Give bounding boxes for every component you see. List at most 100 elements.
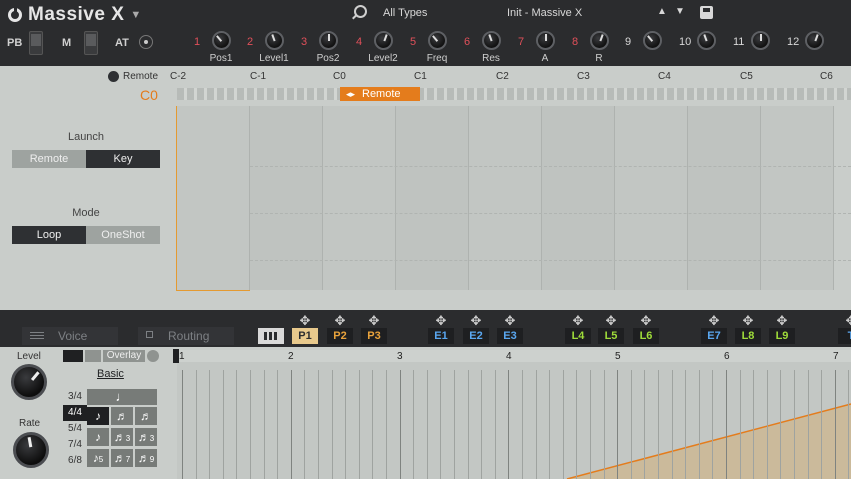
tab-routing[interactable]: Routing: [138, 327, 234, 345]
grid-column[interactable]: [469, 106, 542, 290]
drag-handle-icon[interactable]: ✥: [598, 313, 624, 329]
rate-knob[interactable]: [13, 432, 49, 468]
drag-handle-icon[interactable]: ✥: [292, 313, 318, 329]
chevron-down-icon[interactable]: ▼: [130, 9, 141, 21]
level-knob[interactable]: [11, 364, 47, 400]
macro-number: 4: [356, 36, 363, 48]
mod-slot-e1[interactable]: E1: [428, 328, 454, 344]
grid-column[interactable]: [323, 106, 396, 290]
mod-slot-t[interactable]: T: [838, 328, 851, 344]
mode-oneshot-button[interactable]: OneShot: [86, 226, 160, 244]
mod-slot-p1[interactable]: P1: [292, 328, 318, 344]
drag-handle-icon[interactable]: ✥: [327, 313, 353, 329]
time-signature-option[interactable]: 4/4: [63, 405, 87, 421]
macro-number: 8: [572, 36, 579, 48]
pitch-bend-wheel[interactable]: [29, 31, 43, 55]
time-signature-option[interactable]: 5/4: [63, 421, 87, 437]
macro-knob[interactable]: [697, 31, 716, 50]
remote-range-tag[interactable]: ◂▸ Remote: [340, 87, 420, 101]
mod-slot-l8[interactable]: L8: [735, 328, 761, 344]
drag-handle-icon[interactable]: ✥: [838, 313, 851, 329]
note-value-cell[interactable]: ♬7: [111, 449, 133, 467]
grid-column[interactable]: [250, 106, 323, 290]
list-view-icon[interactable]: [85, 350, 101, 362]
drag-handle-icon[interactable]: ✥: [463, 313, 489, 329]
note-value-cell[interactable]: ♪: [87, 407, 109, 425]
grid-column[interactable]: [177, 106, 250, 290]
mod-wheel[interactable]: [84, 31, 98, 55]
routing-icon: [146, 331, 153, 338]
piano-view-icon[interactable]: [63, 350, 83, 362]
grid-tick: [712, 370, 713, 479]
note-value-cell[interactable]: ♬: [111, 407, 133, 425]
mod-slot-l6[interactable]: L6: [633, 328, 659, 344]
drag-handle-icon[interactable]: ✥: [633, 313, 659, 329]
note-subscript: 3: [149, 434, 155, 443]
note-value-cell[interactable]: ♬3: [135, 428, 157, 446]
time-signature-option[interactable]: 7/4: [63, 437, 87, 453]
grid-column[interactable]: [615, 106, 688, 290]
preset-name[interactable]: Init - Massive X: [507, 7, 582, 19]
remote-toggle-label[interactable]: Remote: [123, 71, 158, 82]
macro-number: 1: [194, 36, 201, 48]
mod-slot-e7[interactable]: E7: [701, 328, 727, 344]
mod-slot-l9[interactable]: L9: [769, 328, 795, 344]
drag-handle-icon[interactable]: ✥: [497, 313, 523, 329]
power-toggle-icon[interactable]: [147, 350, 159, 362]
app-logo[interactable]: Massive X ▼: [8, 4, 142, 26]
preset-prev-icon[interactable]: ▲: [657, 6, 667, 17]
macro-knob[interactable]: [751, 31, 770, 50]
macro-knob[interactable]: [536, 31, 555, 50]
grid-view-button[interactable]: [258, 328, 284, 344]
preset-basic-label[interactable]: Basic: [97, 368, 124, 380]
note-value-cell[interactable]: ♪: [87, 428, 109, 446]
macro-knob[interactable]: [428, 31, 447, 50]
macro-knob[interactable]: [212, 31, 231, 50]
quarter-note-header-icon[interactable]: ♩: [87, 389, 157, 405]
preset-next-icon[interactable]: ▼: [675, 6, 685, 17]
note-value-cell[interactable]: ♪5: [87, 449, 109, 467]
macro-knob[interactable]: [643, 31, 662, 50]
grid-column[interactable]: [761, 106, 834, 290]
grid-column[interactable]: [396, 106, 469, 290]
overlay-button[interactable]: Overlay: [103, 350, 145, 362]
macro-knob[interactable]: [265, 31, 284, 50]
browser-filter[interactable]: All Types: [383, 7, 427, 19]
macro-knob[interactable]: [482, 31, 501, 50]
time-signature-option[interactable]: 3/4: [63, 389, 87, 405]
key-strip[interactable]: [177, 88, 851, 100]
mod-slot-p3[interactable]: P3: [361, 328, 387, 344]
timeline-ruler[interactable]: [177, 350, 851, 362]
save-icon[interactable]: [700, 6, 713, 19]
note-subscript: 9: [149, 455, 155, 464]
mod-slot-p2[interactable]: P2: [327, 328, 353, 344]
macro-knob[interactable]: [319, 31, 338, 50]
note-value-cell[interactable]: ♬3: [111, 428, 133, 446]
mod-slot-l5[interactable]: L5: [598, 328, 624, 344]
drag-handle-icon[interactable]: ✥: [735, 313, 761, 329]
tab-voice[interactable]: Voice: [22, 327, 118, 345]
grid-column[interactable]: [542, 106, 615, 290]
search-icon[interactable]: [354, 5, 367, 18]
macro-knob[interactable]: [805, 31, 824, 50]
drag-handle-icon[interactable]: ✥: [361, 313, 387, 329]
macro-knob[interactable]: [590, 31, 609, 50]
grid-column[interactable]: [688, 106, 761, 290]
note-value-cell[interactable]: ♬9: [135, 449, 157, 467]
drag-handle-icon[interactable]: ✥: [565, 313, 591, 329]
power-icon[interactable]: [108, 71, 119, 82]
mod-slot-e2[interactable]: E2: [463, 328, 489, 344]
mode-loop-button[interactable]: Loop: [12, 226, 86, 244]
note-value-cell[interactable]: ♬: [135, 407, 157, 425]
mod-slot-e3[interactable]: E3: [497, 328, 523, 344]
aftertouch-indicator[interactable]: [139, 35, 153, 49]
launch-key-button[interactable]: Key: [86, 150, 160, 168]
tab-voice-label: Voice: [58, 329, 88, 343]
drag-handle-icon[interactable]: ✥: [428, 313, 454, 329]
mod-slot-l4[interactable]: L4: [565, 328, 591, 344]
drag-handle-icon[interactable]: ✥: [769, 313, 795, 329]
launch-remote-button[interactable]: Remote: [12, 150, 86, 168]
macro-knob[interactable]: [374, 31, 393, 50]
drag-handle-icon[interactable]: ✥: [701, 313, 727, 329]
time-signature-option[interactable]: 6/8: [63, 453, 87, 469]
